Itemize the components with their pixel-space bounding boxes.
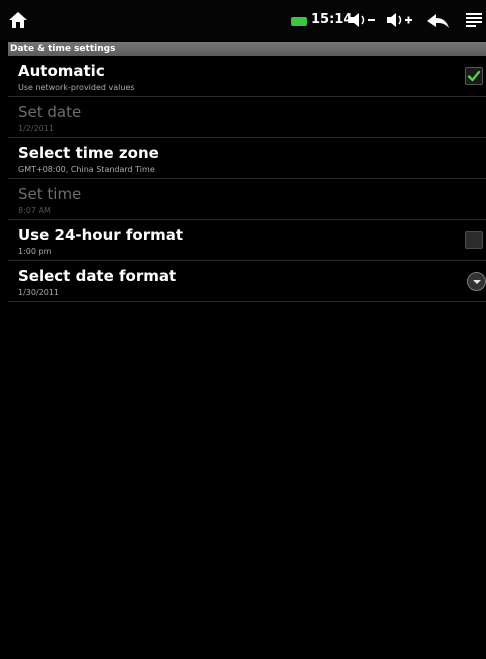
setting-title: Set time <box>18 185 82 203</box>
home-icon[interactable] <box>8 10 28 30</box>
section-header: Date & time settings <box>8 42 486 56</box>
setting-automatic[interactable]: Automatic Use network-provided values <box>8 56 486 97</box>
battery-icon <box>291 17 307 26</box>
setting-title: Use 24-hour format <box>18 226 184 244</box>
menu-icon[interactable] <box>466 12 482 28</box>
24-hour-checkbox[interactable] <box>465 231 483 249</box>
setting-summary: 1/30/2011 <box>18 288 60 297</box>
empty-area <box>8 306 486 659</box>
setting-summary: 8:07 AM <box>18 206 51 215</box>
dropdown-arrow-icon[interactable] <box>467 272 486 291</box>
setting-summary: 1:00 pm <box>18 247 52 256</box>
setting-24-hour-format[interactable]: Use 24-hour format 1:00 pm <box>8 220 486 261</box>
setting-title: Automatic <box>18 62 105 80</box>
setting-set-date: Set date 1/2/2011 <box>8 97 486 138</box>
date-time-settings-screen: 15:14 Date & time settings Automatic Use… <box>0 0 486 659</box>
setting-title: Set date <box>18 103 82 121</box>
setting-summary: 1/2/2011 <box>18 124 54 133</box>
volume-down-icon[interactable] <box>348 9 376 31</box>
setting-date-format[interactable]: Select date format 1/30/2011 <box>8 261 486 302</box>
automatic-checkbox[interactable] <box>465 67 483 85</box>
setting-summary: GMT+08:00, China Standard Time <box>18 165 155 174</box>
setting-summary: Use network-provided values <box>18 83 135 92</box>
settings-list: Automatic Use network-provided values Se… <box>8 56 486 302</box>
setting-select-time-zone[interactable]: Select time zone GMT+08:00, China Standa… <box>8 138 486 179</box>
setting-title: Select date format <box>18 267 177 285</box>
volume-up-icon[interactable] <box>385 9 413 31</box>
status-bar: 15:14 <box>0 0 486 40</box>
setting-set-time: Set time 8:07 AM <box>8 179 486 220</box>
setting-title: Select time zone <box>18 144 159 162</box>
status-clock: 15:14 <box>311 12 353 27</box>
checkmark-icon <box>467 70 481 82</box>
back-icon[interactable] <box>426 12 450 30</box>
